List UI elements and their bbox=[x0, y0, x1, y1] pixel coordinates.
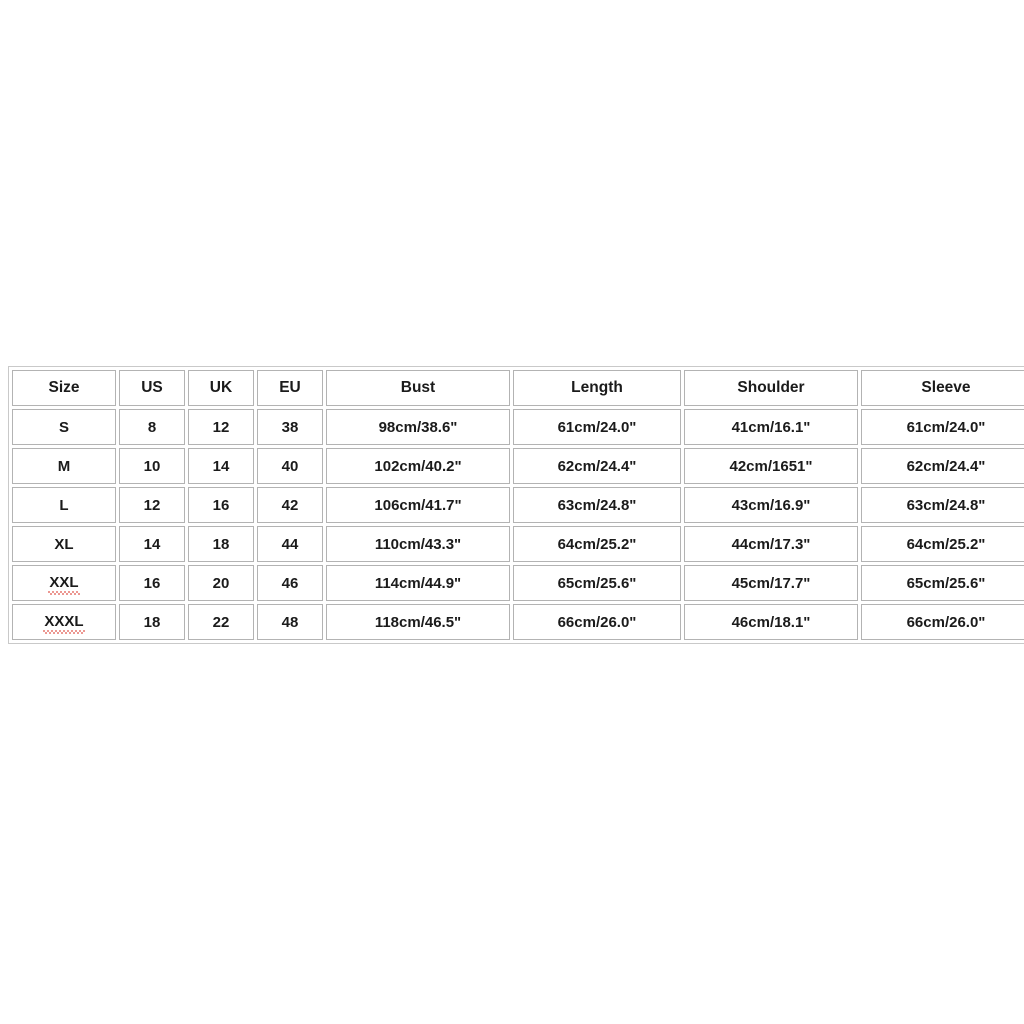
cell-bust: 102cm/40.2" bbox=[326, 448, 510, 484]
cell-sleeve: 62cm/24.4" bbox=[861, 448, 1024, 484]
column-header-size: Size bbox=[12, 370, 116, 406]
cell-shoulder: 46cm/18.1" bbox=[684, 604, 858, 640]
cell-eu: 42 bbox=[257, 487, 323, 523]
cell-uk: 18 bbox=[188, 526, 254, 562]
cell-us: 8 bbox=[119, 409, 185, 445]
cell-uk: 20 bbox=[188, 565, 254, 601]
cell-size: XXXL bbox=[12, 604, 116, 640]
table-row: S 8 12 38 98cm/38.6" 61cm/24.0" 41cm/16.1" 61cm… bbox=[12, 409, 1024, 445]
column-header-eu: EU bbox=[257, 370, 323, 406]
cell-bust: 98cm/38.6" bbox=[326, 409, 510, 445]
cell-sleeve: 65cm/25.6" bbox=[861, 565, 1024, 601]
cell-bust: 118cm/46.5" bbox=[326, 604, 510, 640]
cell-length: 63cm/24.8" bbox=[513, 487, 681, 523]
column-header-uk: UK bbox=[188, 370, 254, 406]
cell-size: M bbox=[12, 448, 116, 484]
cell-us: 18 bbox=[119, 604, 185, 640]
cell-bust: 114cm/44.9" bbox=[326, 565, 510, 601]
size-chart-table: Size US UK EU Bust Length Shoulder Sleeve S 8 12 3… bbox=[8, 366, 1024, 644]
cell-size: XL bbox=[12, 526, 116, 562]
cell-uk: 14 bbox=[188, 448, 254, 484]
cell-eu: 48 bbox=[257, 604, 323, 640]
column-header-length: Length bbox=[513, 370, 681, 406]
cell-bust: 106cm/41.7" bbox=[326, 487, 510, 523]
cell-shoulder: 45cm/17.7" bbox=[684, 565, 858, 601]
cell-uk: 12 bbox=[188, 409, 254, 445]
cell-size: XXL bbox=[12, 565, 116, 601]
table-row: M 10 14 40 102cm/40.2" 62cm/24.4" 42cm/1651" 62… bbox=[12, 448, 1024, 484]
cell-sleeve: 63cm/24.8" bbox=[861, 487, 1024, 523]
cell-shoulder: 43cm/16.9" bbox=[684, 487, 858, 523]
cell-length: 66cm/26.0" bbox=[513, 604, 681, 640]
table-row: XXXL 18 22 48 118cm/46.5" 66cm/26.0" 46cm/18.1… bbox=[12, 604, 1024, 640]
cell-us: 14 bbox=[119, 526, 185, 562]
cell-us: 10 bbox=[119, 448, 185, 484]
cell-sleeve: 61cm/24.0" bbox=[861, 409, 1024, 445]
size-chart-container: Size US UK EU Bust Length Shoulder Sleeve S 8 12 3… bbox=[8, 366, 1024, 644]
column-header-us: US bbox=[119, 370, 185, 406]
table-row: XXL 16 20 46 114cm/44.9" 65cm/25.6" 45cm/17.7"… bbox=[12, 565, 1024, 601]
cell-size: S bbox=[12, 409, 116, 445]
cell-shoulder: 42cm/1651" bbox=[684, 448, 858, 484]
cell-uk: 22 bbox=[188, 604, 254, 640]
cell-size: L bbox=[12, 487, 116, 523]
table-row: XL 14 18 44 110cm/43.3" 64cm/25.2" 44cm/17.3" 6… bbox=[12, 526, 1024, 562]
cell-eu: 44 bbox=[257, 526, 323, 562]
cell-us: 12 bbox=[119, 487, 185, 523]
cell-shoulder: 41cm/16.1" bbox=[684, 409, 858, 445]
cell-length: 64cm/25.2" bbox=[513, 526, 681, 562]
column-header-sleeve: Sleeve bbox=[861, 370, 1024, 406]
cell-eu: 40 bbox=[257, 448, 323, 484]
cell-length: 61cm/24.0" bbox=[513, 409, 681, 445]
cell-length: 65cm/25.6" bbox=[513, 565, 681, 601]
cell-eu: 46 bbox=[257, 565, 323, 601]
cell-sleeve: 66cm/26.0" bbox=[861, 604, 1024, 640]
cell-us: 16 bbox=[119, 565, 185, 601]
spellcheck-underlined-text: XXL bbox=[48, 574, 80, 595]
cell-sleeve: 64cm/25.2" bbox=[861, 526, 1024, 562]
table-body: S 8 12 38 98cm/38.6" 61cm/24.0" 41cm/16.1" 61cm… bbox=[12, 409, 1024, 640]
table-header-row: Size US UK EU Bust Length Shoulder Sleeve bbox=[12, 370, 1024, 406]
table-header: Size US UK EU Bust Length Shoulder Sleeve bbox=[12, 370, 1024, 406]
cell-shoulder: 44cm/17.3" bbox=[684, 526, 858, 562]
cell-uk: 16 bbox=[188, 487, 254, 523]
table-row: L 12 16 42 106cm/41.7" 63cm/24.8" 43cm/16.9" 63… bbox=[12, 487, 1024, 523]
column-header-bust: Bust bbox=[326, 370, 510, 406]
cell-bust: 110cm/43.3" bbox=[326, 526, 510, 562]
column-header-shoulder: Shoulder bbox=[684, 370, 858, 406]
cell-length: 62cm/24.4" bbox=[513, 448, 681, 484]
spellcheck-underlined-text: XXXL bbox=[43, 613, 85, 634]
cell-eu: 38 bbox=[257, 409, 323, 445]
